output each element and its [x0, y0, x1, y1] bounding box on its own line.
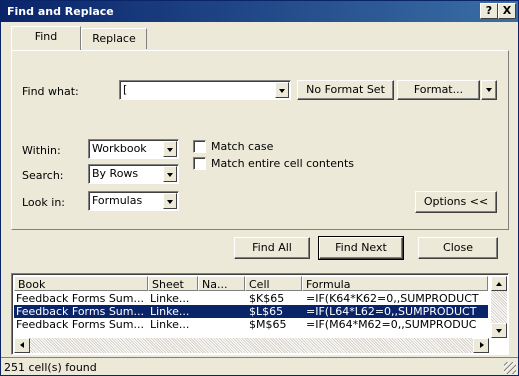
find-panel: Find what: [ No Format Set Format... Wit…	[11, 50, 509, 230]
horizontal-scrollbar[interactable]	[14, 338, 489, 353]
match-case-checkbox[interactable]	[193, 140, 206, 153]
within-label: Within:	[22, 144, 61, 157]
format-button[interactable]: Format...	[397, 80, 480, 100]
scroll-right-icon[interactable]	[473, 338, 489, 353]
lookin-select[interactable]: Formulas	[88, 191, 179, 211]
scroll-left-icon[interactable]	[14, 338, 30, 353]
find-what-dropdown-icon[interactable]	[275, 82, 289, 98]
match-case-label[interactable]: Match case	[211, 140, 273, 153]
tab-find[interactable]: Find	[11, 26, 81, 50]
tab-replace[interactable]: Replace	[81, 28, 147, 49]
close-button[interactable]: Close	[418, 237, 498, 259]
find-next-button[interactable]: Find Next	[318, 236, 404, 260]
cell-sheet: Linke...	[150, 318, 190, 331]
table-row[interactable]: Feedback Forms Sum... Linke... $M$65 =IF…	[14, 318, 488, 331]
scroll-up-icon[interactable]	[491, 276, 507, 291]
dialog-title: Find and Replace	[7, 5, 114, 18]
format-dropdown-button[interactable]	[481, 80, 497, 100]
lookin-label: Look in:	[22, 196, 65, 209]
find-what-input[interactable]: [	[119, 80, 291, 100]
results-list[interactable]: Book Sheet Na... Cell Formula Feedback F…	[11, 273, 509, 355]
within-dropdown-icon[interactable]	[163, 141, 177, 157]
table-row-selected[interactable]: Feedback Forms Sum... Linke... $L$65 =IF…	[13, 304, 489, 319]
table-row[interactable]: Feedback Forms Sum... Linke... $K$65 =IF…	[14, 292, 488, 305]
cell-book: Feedback Forms Sum...	[16, 318, 144, 331]
format-preview: No Format Set	[297, 80, 394, 100]
chevron-down-icon	[482, 83, 496, 97]
search-value: By Rows	[92, 167, 139, 180]
column-header-name[interactable]: Na...	[198, 276, 245, 291]
cell-formula: =IF(M64*M62=0,,SUMPRODUC	[306, 318, 477, 331]
help-button[interactable]: ?	[480, 3, 498, 19]
find-what-value: [	[123, 83, 128, 96]
column-header-cell[interactable]: Cell	[245, 276, 302, 291]
scroll-down-icon[interactable]	[491, 323, 507, 338]
match-entire-checkbox[interactable]	[193, 157, 206, 170]
cell-sheet: Linke...	[150, 292, 190, 305]
cell-address: $L$65	[249, 305, 284, 318]
match-entire-label[interactable]: Match entire cell contents	[211, 157, 354, 170]
find-what-label: Find what:	[22, 85, 79, 98]
close-icon[interactable]: X	[498, 3, 516, 19]
status-bar: 251 cell(s) found	[1, 357, 518, 376]
cell-address: $M$65	[249, 318, 287, 331]
lookin-value: Formulas	[92, 194, 143, 207]
search-label: Search:	[22, 169, 64, 182]
cell-address: $K$65	[249, 292, 285, 305]
within-select[interactable]: Workbook	[88, 139, 179, 159]
column-header-formula[interactable]: Formula	[302, 276, 488, 291]
lookin-dropdown-icon[interactable]	[163, 193, 177, 209]
cell-book: Feedback Forms Sum...	[16, 292, 144, 305]
find-all-button[interactable]: Find All	[234, 237, 310, 259]
title-bar[interactable]: Find and Replace ? X	[1, 1, 518, 22]
search-dropdown-icon[interactable]	[163, 166, 177, 182]
search-select[interactable]: By Rows	[88, 164, 179, 184]
find-replace-dialog: Find and Replace ? X Find Replace Find w…	[0, 0, 519, 376]
options-button[interactable]: Options <<	[415, 191, 497, 213]
cell-formula: =IF(K64*K62=0,,SUMPRODUCT	[306, 292, 479, 305]
column-header-book[interactable]: Book	[14, 276, 148, 291]
resize-grip-icon[interactable]	[504, 362, 516, 374]
cell-sheet: Linke...	[150, 305, 190, 318]
status-text: 251 cell(s) found	[4, 361, 97, 374]
cell-book: Feedback Forms Sum...	[16, 305, 144, 318]
vertical-scrollbar[interactable]	[491, 276, 507, 338]
column-header-sheet[interactable]: Sheet	[148, 276, 198, 291]
cell-formula: =IF(L64*L62=0,,SUMPRODUCT	[306, 305, 477, 318]
within-value: Workbook	[92, 142, 147, 155]
